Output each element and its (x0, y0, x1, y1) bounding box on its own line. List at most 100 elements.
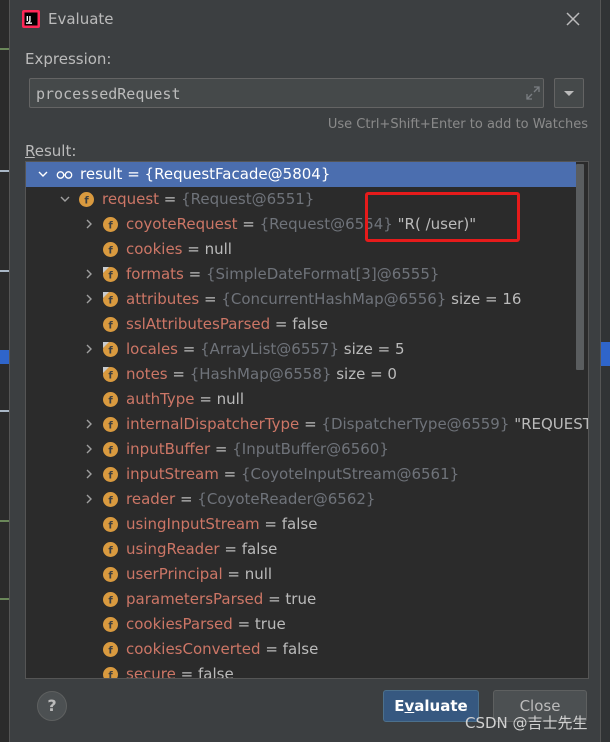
field-icon: f (103, 442, 118, 457)
tree-row[interactable]: f parametersParsed = true (26, 587, 576, 612)
expand-arrow-right-icon[interactable] (82, 341, 96, 357)
tree-row[interactable]: f internalDispatcherType = {DispatcherTyp… (26, 412, 588, 437)
tree-row[interactable]: f usingReader = false (26, 537, 576, 562)
tree-row-text: request = {Request@6551} (102, 190, 314, 208)
object-ref: {CoyoteInputStream@6561} (240, 465, 460, 483)
expand-arrow-right-icon[interactable] (82, 266, 96, 282)
expression-label: Expression: (25, 50, 112, 68)
field-value: size = 16 (451, 290, 522, 308)
equals-sign: = (199, 290, 222, 308)
svg-text:f: f (108, 371, 113, 382)
object-ref: {ConcurrentHashMap@6556} (221, 290, 447, 308)
tree-row[interactable]: f attributes = {ConcurrentHashMap@6556} s… (26, 287, 576, 312)
svg-text:f: f (108, 446, 113, 457)
equals-sign: = (194, 390, 217, 408)
tree-row[interactable]: f reader = {CoyoteReader@6562} (26, 487, 576, 512)
tree-row-text: usingInputStream = false (126, 515, 317, 533)
expand-arrow-right-icon[interactable] (82, 291, 96, 307)
field-name: request (102, 190, 160, 208)
tree-row[interactable]: f sslAttributesParsed = false (26, 312, 576, 337)
tree-row[interactable]: f locales = {ArrayList@6557} size = 5 (26, 337, 576, 362)
expression-input[interactable] (36, 84, 506, 104)
expand-arrow-right-icon[interactable] (82, 216, 96, 232)
tree-row[interactable]: result = {RequestFacade@5804} (26, 162, 576, 187)
field-name: usingInputStream (126, 515, 260, 533)
gutter-mark (0, 270, 9, 272)
field-icon: f (103, 467, 118, 482)
field-value: false (241, 540, 278, 558)
equals-sign: = (222, 565, 245, 583)
evaluate-button-mnemonic: v (404, 697, 415, 715)
expand-arrow-down-icon[interactable] (58, 191, 72, 207)
highlight-annotation (365, 192, 520, 242)
expand-arrow-right-icon[interactable] (82, 441, 96, 457)
svg-text:f: f (108, 396, 113, 407)
equals-sign: = (175, 665, 198, 679)
field-name: reader (126, 490, 176, 508)
equals-sign: = (260, 640, 283, 658)
result-label: Result: (25, 142, 76, 160)
svg-text:IJ: IJ (26, 15, 31, 23)
svg-text:f: f (84, 196, 89, 207)
close-icon[interactable] (564, 10, 582, 28)
svg-text:f: f (108, 571, 113, 582)
expand-arrow-right-icon[interactable] (82, 466, 96, 482)
equals-sign: = (175, 490, 198, 508)
field-name: attributes (126, 290, 200, 308)
tree-row[interactable]: f cookiesParsed = true (26, 612, 576, 637)
tree-row[interactable]: f userPrincipal = null (26, 562, 576, 587)
expand-arrow-right-icon[interactable] (82, 491, 96, 507)
tree-row[interactable]: f notes = {HashMap@6558} size = 0 (26, 362, 576, 387)
tree-row[interactable]: f cookiesConverted = false (26, 637, 576, 662)
field-static-icon: f (103, 367, 118, 382)
history-dropdown-button[interactable] (554, 78, 584, 108)
equals-sign: = (159, 190, 182, 208)
tree-row[interactable]: f secure = false (26, 662, 576, 680)
object-ref: {CoyoteReader@6562} (197, 490, 376, 508)
equals-sign: = (178, 340, 201, 358)
expand-arrow-right-icon[interactable] (82, 416, 96, 432)
tree-row[interactable]: f formats = {SimpleDateFormat[3]@6555} (26, 262, 576, 287)
svg-text:f: f (108, 596, 113, 607)
field-value: "REQUEST" (514, 415, 588, 433)
equals-sign: = (167, 365, 190, 383)
object-ref: {HashMap@6558} (189, 365, 332, 383)
field-value: size = 5 (343, 340, 405, 358)
watches-hint: Use Ctrl+Shift+Enter to add to Watches (327, 117, 588, 132)
field-name: result (80, 165, 123, 183)
help-button[interactable]: ? (37, 691, 67, 721)
tree-row[interactable]: f inputStream = {CoyoteInputStream@6561} (26, 462, 576, 487)
gutter-mark (0, 170, 9, 172)
field-value: false (282, 640, 319, 658)
field-name: parametersParsed (126, 590, 264, 608)
equals-sign: = (259, 515, 282, 533)
svg-text:f: f (108, 246, 113, 257)
chevron-down-icon (564, 91, 574, 96)
tree-row[interactable]: f inputBuffer = {InputBuffer@6560} (26, 437, 576, 462)
tree-row-text: notes = {HashMap@6558} size = 0 (126, 365, 397, 383)
tree-row[interactable]: f authType = null (26, 387, 576, 412)
expression-field[interactable] (29, 78, 544, 108)
svg-text:f: f (108, 221, 113, 232)
field-icon: f (103, 417, 118, 432)
field-static-icon: f (103, 292, 118, 307)
tree-row-text: cookiesParsed = true (126, 615, 286, 633)
tree-row-text: locales = {ArrayList@6557} size = 5 (126, 340, 405, 358)
field-icon: f (103, 242, 118, 257)
field-icon: f (103, 492, 118, 507)
result-label-mnemonic: R (25, 142, 35, 160)
tree-row-text: inputBuffer = {InputBuffer@6560} (126, 440, 389, 458)
svg-text:f: f (108, 671, 113, 680)
equals-sign: = (182, 240, 205, 258)
gutter-mark (0, 520, 9, 522)
scrollbar-thumb[interactable] (576, 164, 584, 370)
tree-row-text: formats = {SimpleDateFormat[3]@6555} (126, 265, 439, 283)
tree-row[interactable]: f usingInputStream = false (26, 512, 576, 537)
expand-arrow-down-icon[interactable] (36, 166, 50, 182)
field-name: cookiesParsed (126, 615, 233, 633)
watermark: CSDN @吉士先生 (465, 714, 588, 732)
tree-row-text: attributes = {ConcurrentHashMap@6556} si… (126, 290, 521, 308)
svg-text:f: f (108, 321, 113, 332)
field-static-icon: f (103, 267, 118, 282)
expand-icon[interactable] (524, 84, 542, 102)
